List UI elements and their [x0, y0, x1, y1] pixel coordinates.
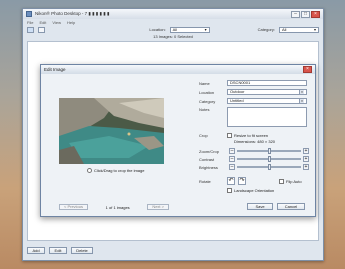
crop-options: Resize to fit screen Dimensions: 480 × 3…: [227, 133, 275, 144]
image-counter: 1 of 1 images: [105, 204, 130, 210]
image-navigation: < Previous 1 of 1 images Next >: [59, 204, 169, 210]
menu-edit[interactable]: Edit: [39, 20, 46, 25]
resize-checkbox[interactable]: [227, 133, 232, 138]
save-button[interactable]: Save: [247, 203, 273, 210]
category-value: Untitled: [230, 98, 244, 103]
rotate-left-icon[interactable]: ↶: [227, 177, 235, 185]
category-filter-select[interactable]: All ▾: [279, 26, 319, 33]
maximize-button[interactable]: □: [301, 10, 310, 18]
contrast-slider[interactable]: [237, 156, 301, 162]
close-window-button[interactable]: ×: [311, 10, 320, 18]
location-filter-label: Location:: [149, 27, 166, 32]
menu-view[interactable]: View: [52, 20, 61, 25]
contrast-plus-button[interactable]: +: [303, 156, 309, 162]
notes-textarea[interactable]: [227, 107, 307, 127]
location-filter-value: All: [172, 26, 178, 32]
dialog-buttons: Save Cancel: [247, 203, 305, 210]
brightness-slider-thumb[interactable]: [267, 164, 271, 170]
location-value: Outdoor: [230, 89, 245, 94]
delete-button[interactable]: Delete: [71, 247, 93, 254]
dialog-close-button[interactable]: ×: [303, 66, 312, 73]
category-filter-label: Category:: [257, 27, 275, 32]
cancel-button[interactable]: Cancel: [277, 203, 305, 210]
minimize-button[interactable]: –: [291, 10, 300, 18]
brightness-plus-button[interactable]: +: [303, 164, 309, 170]
list-view-button[interactable]: [38, 26, 45, 33]
app-icon: [26, 11, 32, 17]
chevron-down-icon: ▾: [299, 90, 304, 94]
flip-checkbox[interactable]: [279, 178, 284, 184]
rotate-label: Rotate: [199, 178, 211, 184]
category-filter-value: All: [282, 26, 287, 32]
zoom-label: Zoom/Crop: [199, 148, 220, 154]
category-label: Category: [199, 98, 216, 104]
zoom-minus-button[interactable]: –: [229, 148, 235, 154]
name-input[interactable]: DSCN0001: [227, 80, 307, 86]
bottom-button-bar: Add Edit Delete: [27, 247, 93, 254]
toolbar: Location: All ▾ Category: All ▾: [23, 25, 323, 34]
chevron-down-icon: ▾: [313, 26, 316, 32]
zoom-slider[interactable]: [237, 148, 301, 154]
location-filter-select[interactable]: All ▾: [169, 26, 210, 33]
resize-label: Resize to fit screen: [234, 133, 269, 138]
location-select[interactable]: Outdoor ▾: [227, 89, 307, 95]
image-count-status: 13 Images: 0 Selected: [153, 34, 193, 39]
dialog-titlebar: Edit Image ×: [41, 65, 315, 74]
name-label: Name: [199, 80, 210, 86]
river-photo: [59, 98, 164, 164]
notes-label: Notes: [199, 107, 210, 112]
flip-label: Flip Auto: [286, 178, 302, 184]
window-title: Nikon® Photo Desktop - 7 ▮ ▮ ▮ ▮ ▮ ▮: [35, 11, 110, 16]
chevron-down-icon: ▾: [204, 26, 207, 32]
next-button[interactable]: Next >: [147, 204, 169, 210]
contrast-label: Contrast: [199, 156, 215, 162]
category-select[interactable]: Untitled ▾: [227, 98, 307, 104]
image-preview[interactable]: [59, 98, 164, 164]
zoom-slider-thumb[interactable]: [267, 148, 271, 154]
dimensions-text: Dimensions: 480 × 320: [234, 139, 276, 144]
contrast-slider-thumb[interactable]: [267, 156, 271, 162]
dialog-title: Edit Image: [44, 67, 66, 72]
crop-label: Crop: [199, 133, 208, 138]
previous-button[interactable]: < Previous: [59, 204, 89, 210]
contrast-minus-button[interactable]: –: [229, 156, 235, 162]
window-titlebar: Nikon® Photo Desktop - 7 ▮ ▮ ▮ ▮ ▮ ▮ – □…: [23, 9, 323, 19]
brightness-minus-button[interactable]: –: [229, 164, 235, 170]
edit-button[interactable]: Edit: [49, 247, 67, 254]
crop-mode-radio[interactable]: [87, 168, 92, 173]
brightness-label: Brightness: [199, 164, 218, 170]
grid-view-button[interactable]: [27, 26, 34, 33]
menu-help[interactable]: Help: [67, 20, 75, 25]
menu-file[interactable]: File: [27, 20, 33, 25]
landscape-checkbox[interactable]: [227, 188, 232, 193]
crop-hint: Click/Drag to crop the image: [87, 168, 144, 173]
chevron-down-icon: ▾: [299, 99, 304, 103]
location-label: Location: [199, 89, 215, 95]
crop-hint-text: Click/Drag to crop the image: [94, 168, 145, 173]
brightness-slider[interactable]: [237, 164, 301, 170]
rotate-right-icon[interactable]: ↷: [238, 177, 246, 185]
add-button[interactable]: Add: [27, 247, 45, 254]
edit-image-dialog: Edit Image × Click/Drag to crop the imag…: [40, 64, 316, 217]
landscape-label: Landscape Orientation: [234, 188, 275, 193]
zoom-plus-button[interactable]: +: [303, 148, 309, 154]
